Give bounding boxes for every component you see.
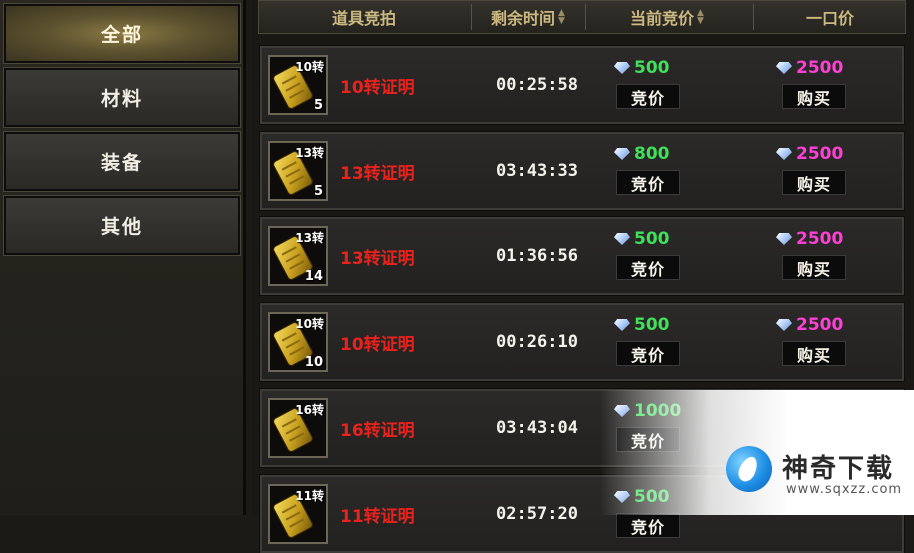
buyout-price: 2500	[776, 229, 843, 249]
header-divider	[753, 4, 754, 30]
sort-arrows-icon: ▲ ▼	[697, 8, 704, 26]
buy-button[interactable]: 购买	[782, 84, 846, 109]
bid-button[interactable]: 竞价	[616, 341, 680, 366]
current-bid-value: 500	[634, 58, 670, 78]
item-rank: 11转	[295, 489, 324, 503]
auction-row: 13转 5 13转证明 03:43:33 800 竞价 2500 购买	[259, 131, 905, 211]
item-name: 10转证明	[340, 334, 415, 355]
header-bid-label: 当前竞价	[630, 9, 695, 28]
item-name: 13转证明	[340, 248, 415, 269]
buyout-price: 2500	[776, 144, 843, 164]
header-item-label: 道具竞拍	[331, 9, 396, 28]
time-remaining: 03:43:33	[496, 161, 578, 181]
header-buyout: 一口价	[755, 1, 905, 33]
item-rank: 10转	[295, 60, 324, 74]
item-name: 10转证明	[340, 77, 415, 98]
diamond-icon	[614, 62, 630, 74]
bid-button[interactable]: 竞价	[616, 513, 680, 538]
category-all-button[interactable]: 全部	[3, 3, 241, 64]
buyout-price: 2500	[776, 58, 843, 78]
bid-button[interactable]: 竞价	[616, 255, 680, 280]
header-buyout-label: 一口价	[805, 9, 854, 28]
header-bid-sort[interactable]: 当前竞价 ▲ ▼	[587, 1, 747, 33]
item-quantity: 5	[313, 184, 323, 199]
watermark-title: 神奇下载	[782, 454, 895, 484]
buyout-value: 2500	[796, 58, 844, 78]
auction-row: 13转 14 13转证明 01:36:56 500 竞价 2500 购买	[259, 216, 905, 296]
time-remaining: 02:57:20	[496, 504, 578, 524]
header-divider	[585, 4, 586, 30]
buyout-value: 2500	[796, 144, 844, 164]
header-time-sort[interactable]: 剩余时间 ▲ ▼	[473, 1, 583, 33]
category-sidebar: 全部 材料 装备 其他	[0, 0, 246, 515]
item-quantity: 5	[313, 98, 323, 113]
category-other-button[interactable]: 其他	[3, 195, 241, 256]
item-rank: 13转	[295, 146, 324, 160]
bid-button[interactable]: 竞价	[616, 84, 680, 109]
item-slot[interactable]: 13转 14	[268, 226, 328, 286]
buyout-value: 2500	[796, 229, 844, 249]
buy-button[interactable]: 购买	[782, 170, 846, 195]
current-bid-price: 800	[614, 144, 670, 164]
item-slot[interactable]: 11转	[268, 484, 328, 544]
diamond-icon	[614, 233, 630, 245]
auction-row: 10转 5 10转证明 00:25:58 500 竞价 2500 购买	[259, 45, 905, 125]
item-slot[interactable]: 13转 5	[268, 141, 328, 201]
auction-table-header: 道具竞拍 剩余时间 ▲ ▼ 当前竞价 ▲ ▼ 一口价	[258, 0, 906, 34]
current-bid-price: 500	[614, 229, 670, 249]
category-equipment-button[interactable]: 装备	[3, 131, 241, 192]
current-bid-value: 500	[634, 229, 670, 249]
time-remaining: 00:26:10	[496, 332, 578, 352]
watermark-url: www.sqxzz.com	[786, 482, 903, 497]
sort-arrows-icon: ▲ ▼	[558, 8, 565, 26]
current-bid-price: 500	[614, 58, 670, 78]
current-bid-value: 800	[634, 144, 670, 164]
diamond-icon	[776, 319, 792, 331]
header-item: 道具竞拍	[259, 1, 469, 33]
diamond-icon	[776, 62, 792, 74]
auction-row: 10转 10 10转证明 00:26:10 500 竞价 2500 购买	[259, 302, 905, 382]
header-time-label: 剩余时间	[491, 9, 556, 28]
item-rank: 16转	[295, 403, 324, 417]
diamond-icon	[776, 148, 792, 160]
diamond-icon	[614, 148, 630, 160]
item-name: 11转证明	[340, 506, 415, 527]
item-slot[interactable]: 10转 10	[268, 312, 328, 372]
buy-button[interactable]: 购买	[782, 341, 846, 366]
time-remaining: 03:43:04	[496, 418, 578, 438]
time-remaining: 00:25:58	[496, 75, 578, 95]
site-logo-icon	[726, 446, 772, 492]
bid-button[interactable]: 竞价	[616, 170, 680, 195]
site-watermark: 神奇下载 www.sqxzz.com	[600, 390, 914, 515]
item-rank: 10转	[295, 317, 324, 331]
item-slot[interactable]: 16转	[268, 398, 328, 458]
item-quantity: 14	[304, 269, 323, 284]
time-remaining: 01:36:56	[496, 246, 578, 266]
diamond-icon	[776, 233, 792, 245]
item-quantity: 10	[304, 355, 323, 370]
item-name: 13转证明	[340, 163, 415, 184]
item-rank: 13转	[295, 231, 324, 245]
buyout-value: 2500	[796, 315, 844, 335]
buyout-price: 2500	[776, 315, 843, 335]
current-bid-value: 500	[634, 315, 670, 335]
header-divider	[471, 4, 472, 30]
category-materials-button[interactable]: 材料	[3, 67, 241, 128]
diamond-icon	[614, 319, 630, 331]
buy-button[interactable]: 购买	[782, 255, 846, 280]
current-bid-price: 500	[614, 315, 670, 335]
item-slot[interactable]: 10转 5	[268, 55, 328, 115]
item-name: 16转证明	[340, 420, 415, 441]
